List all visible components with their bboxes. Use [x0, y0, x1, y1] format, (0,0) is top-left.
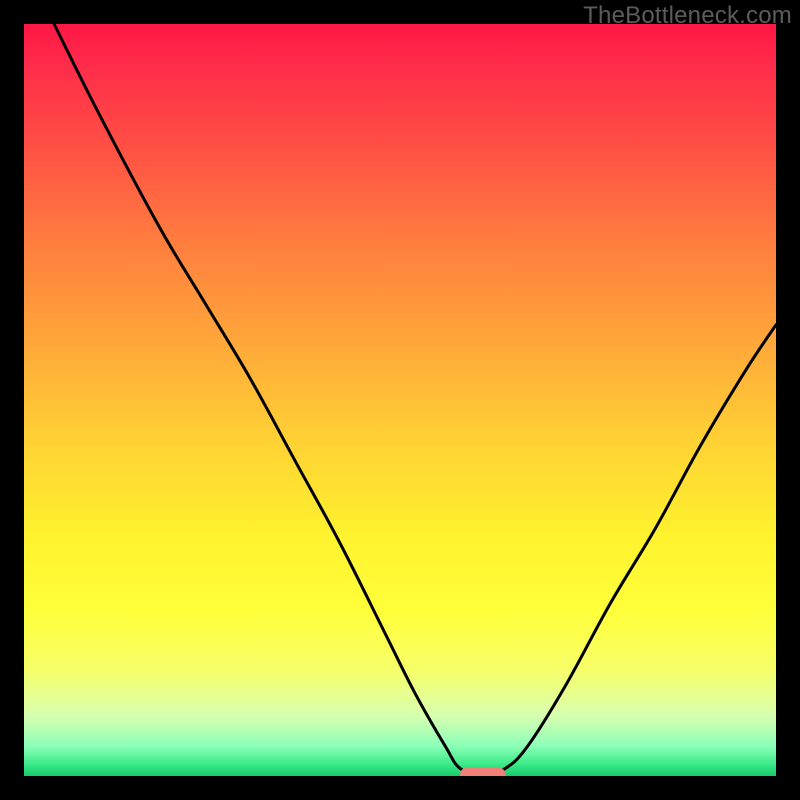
optimal-marker [460, 768, 505, 776]
watermark-text: TheBottleneck.com [583, 2, 792, 30]
bottleneck-chart [24, 24, 776, 776]
chart-frame [24, 24, 776, 776]
